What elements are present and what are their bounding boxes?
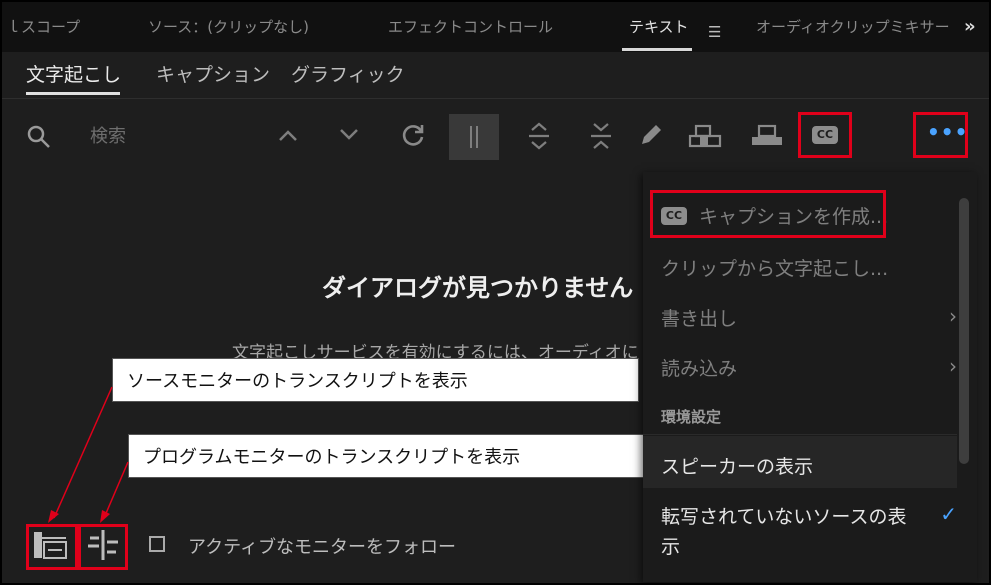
source-transcript-highlight (26, 524, 78, 570)
menu-item-show-untranscribed[interactable]: 転写されていないソースの表示 ✓ (643, 502, 957, 562)
menu-item-label: スピーカーの表示 (661, 456, 814, 478)
text-panel: ｌスコープ ソース：(クリップなし) エフェクトコントロール テキスト ☰ オー… (0, 0, 991, 585)
menu-item-label: クリップから文字起こし... (661, 258, 889, 280)
program-transcript-highlight (78, 524, 128, 570)
menu-item-label-line1: 転写されていないソースの表 (661, 506, 907, 528)
menu-item-label-line2: 示 (661, 536, 681, 558)
menu-section-preferences: 環境設定 (661, 408, 722, 426)
menu-scrollbar-thumb[interactable] (959, 198, 969, 464)
checkmark-icon: ✓ (940, 502, 957, 526)
follow-active-monitor-checkbox[interactable] (149, 536, 165, 552)
chevron-right-icon: › (949, 354, 957, 378)
chevron-right-icon: › (949, 304, 957, 328)
menu-item-label: 転写されていないソースの表示 (661, 502, 906, 565)
create-captions-highlight (650, 190, 886, 238)
follow-active-monitor-label: アクティブなモニターをフォロー (188, 537, 457, 558)
menu-item-label: 読み込み (661, 358, 738, 380)
menu-divider (643, 434, 957, 435)
menu-item-label: 書き出し (661, 308, 738, 330)
